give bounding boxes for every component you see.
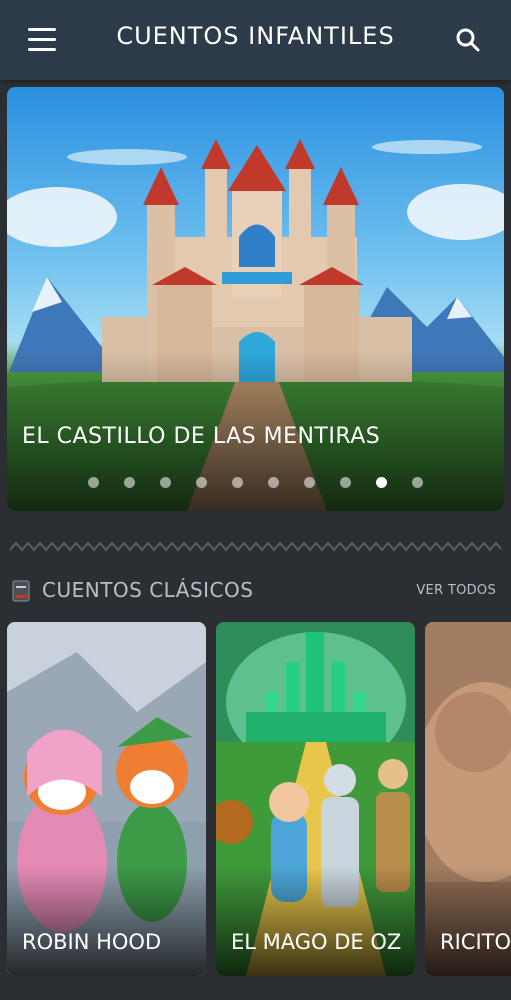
hero-caption: EL CASTILLO DE LAS MENTIRAS xyxy=(22,424,381,449)
story-card[interactable]: EL MAGO DE OZ xyxy=(216,622,415,976)
story-card[interactable]: ROBIN HOOD xyxy=(7,622,206,976)
carousel-dot[interactable] xyxy=(412,477,424,488)
see-all-link[interactable]: VER TODOS xyxy=(416,583,496,598)
story-card-title: ROBIN HOOD xyxy=(22,930,162,954)
carousel-dot[interactable] xyxy=(87,477,99,488)
section-title: CUENTOS CLÁSICOS xyxy=(42,578,254,602)
story-carousel[interactable]: ROBIN HOOD EL MAGO DE OZ RICITO xyxy=(7,622,511,976)
carousel-pagination xyxy=(7,473,504,492)
carousel-dot[interactable] xyxy=(195,477,207,488)
carousel-dot[interactable] xyxy=(159,477,171,488)
hero-carousel[interactable]: EL CASTILLO DE LAS MENTIRAS xyxy=(7,87,504,511)
search-icon[interactable] xyxy=(455,27,481,53)
app-title: CUENTOS INFANTILES xyxy=(116,22,395,50)
story-card-title: RICITOS xyxy=(440,930,511,954)
app-bar: CUENTOS INFANTILES xyxy=(0,0,511,80)
carousel-dot[interactable] xyxy=(304,477,316,488)
carousel-dot[interactable] xyxy=(123,477,135,488)
story-card[interactable]: RICITOS xyxy=(425,622,511,976)
section-header: CUENTOS CLÁSICOS VER TODOS xyxy=(10,576,500,606)
carousel-dot[interactable] xyxy=(268,477,280,488)
carousel-dot-active[interactable] xyxy=(376,477,388,488)
zigzag-divider xyxy=(10,541,501,552)
carousel-dot[interactable] xyxy=(231,477,243,488)
story-card-title: EL MAGO DE OZ xyxy=(231,930,402,954)
book-icon xyxy=(12,580,30,602)
carousel-dot[interactable] xyxy=(340,477,352,488)
